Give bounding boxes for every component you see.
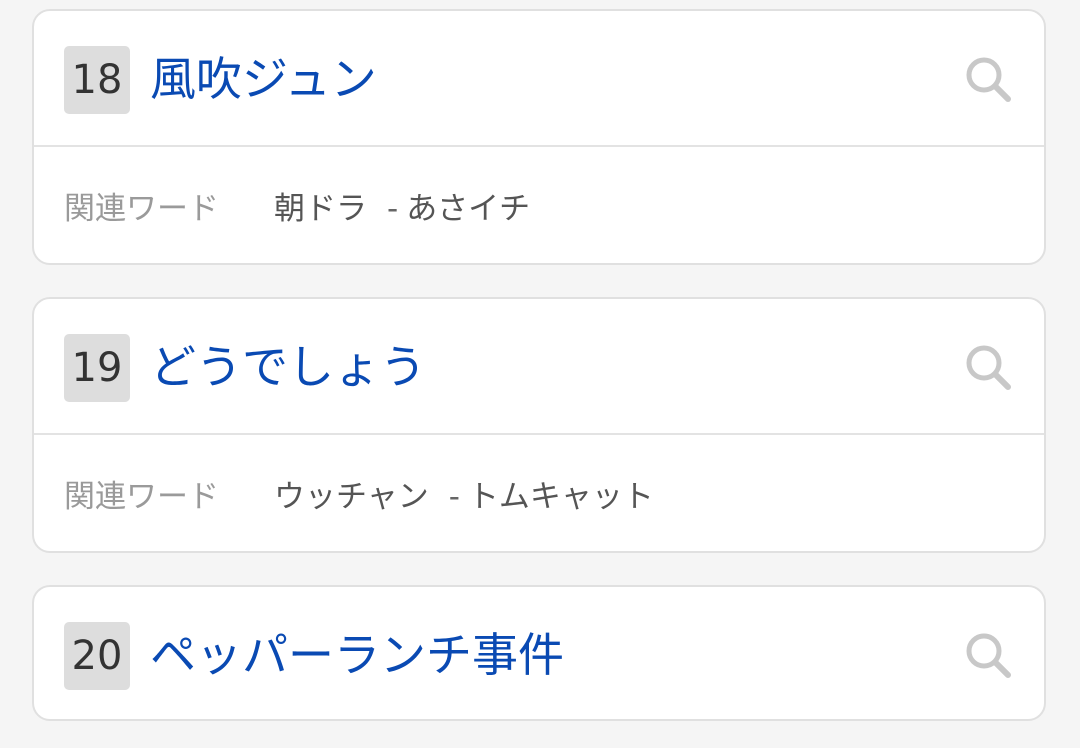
trend-term-link[interactable]: 風吹ジュン <box>150 41 377 117</box>
related-label: 関連ワード <box>64 191 219 227</box>
related-words: ウッチャン - トムキャット <box>274 471 654 516</box>
trend-term-link[interactable]: ペッパーランチ事件 <box>150 617 564 693</box>
search-icon[interactable] <box>964 55 1012 103</box>
trend-header[interactable]: 20 ペッパーランチ事件 <box>34 587 1044 719</box>
trend-card[interactable]: 20 ペッパーランチ事件 <box>32 585 1046 721</box>
related-word-link[interactable]: ウッチャン <box>274 479 429 515</box>
related-label: 関連ワード <box>64 479 219 515</box>
trend-card[interactable]: 18 風吹ジュン 関連ワード 朝ドラ - あさイチ <box>32 9 1046 265</box>
related-word-link[interactable]: トムキャット <box>468 479 654 515</box>
search-icon[interactable] <box>964 343 1012 391</box>
separator: - <box>448 479 460 515</box>
trend-header[interactable]: 18 風吹ジュン <box>34 11 1044 145</box>
related-words-row: 関連ワード ウッチャン - トムキャット <box>34 435 1044 551</box>
search-icon[interactable] <box>964 631 1012 679</box>
related-word-link[interactable]: あさイチ <box>406 191 530 227</box>
trend-card[interactable]: 19 どうでしょう 関連ワード ウッチャン - トムキャット <box>32 297 1046 553</box>
separator: - <box>387 191 399 227</box>
trend-term-link[interactable]: どうでしょう <box>150 329 426 405</box>
related-words: 朝ドラ - あさイチ <box>274 183 530 228</box>
rank-badge: 18 <box>64 46 130 114</box>
related-words-row: 関連ワード 朝ドラ - あさイチ <box>34 147 1044 263</box>
rank-badge: 20 <box>64 622 130 690</box>
related-word-link[interactable]: 朝ドラ <box>274 191 367 227</box>
trend-header[interactable]: 19 どうでしょう <box>34 299 1044 433</box>
rank-badge: 19 <box>64 334 130 402</box>
